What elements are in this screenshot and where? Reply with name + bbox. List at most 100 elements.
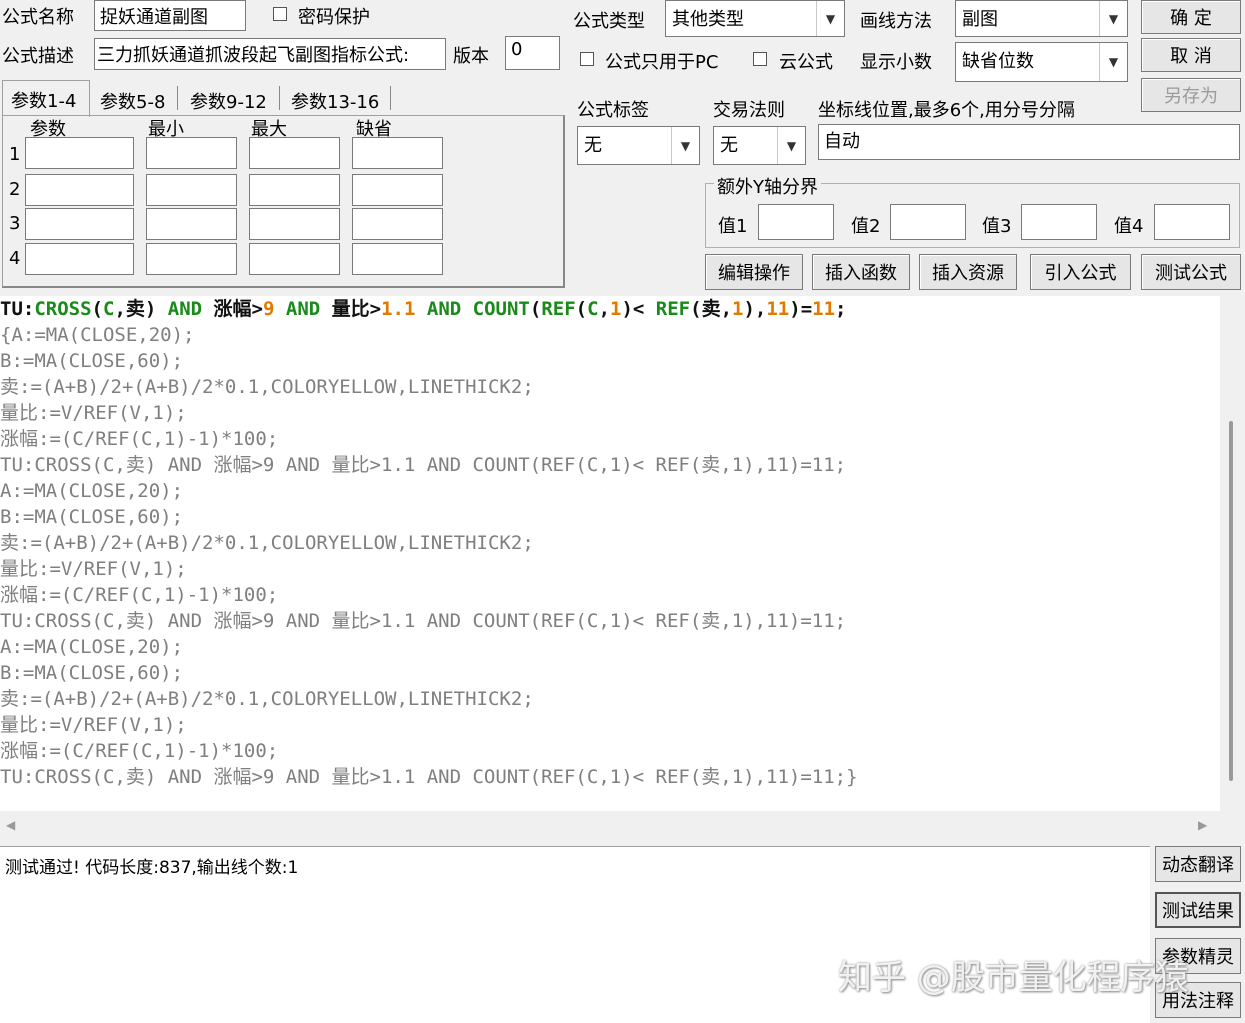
param-name-input[interactable] <box>25 174 134 206</box>
arrow-left-icon[interactable]: ◀ <box>6 818 15 832</box>
arrow-right-icon[interactable]: ▶ <box>1198 818 1207 832</box>
decimal-select[interactable]: 缺省位数 ▼ <box>955 42 1128 82</box>
insert-function-button[interactable]: 插入函数 <box>812 254 910 290</box>
cloud-label: 云公式 <box>779 52 833 73</box>
password-label: 密码保护 <box>298 7 370 28</box>
param-max-input[interactable] <box>249 243 340 275</box>
password-checkbox[interactable] <box>273 7 287 21</box>
import-formula-button[interactable]: 引入公式 <box>1030 254 1131 290</box>
cloud-checkbox[interactable] <box>753 52 767 66</box>
param-row-number: 3 <box>9 213 21 234</box>
formula-tag-label: 公式标签 <box>577 100 649 121</box>
code-line-highlighted: TU:CROSS(C,卖) AND 涨幅>9 AND 量比>1.1 AND CO… <box>0 298 847 320</box>
param-min-input[interactable] <box>146 174 237 206</box>
param-max-input[interactable] <box>249 174 340 206</box>
version-label: 版本 <box>453 46 489 67</box>
code-line: 量比:=V/REF(V,1); <box>0 558 187 580</box>
code-editor[interactable]: TU:CROSS(C,卖) AND 涨幅>9 AND 量比>1.1 AND CO… <box>0 296 1220 811</box>
value-2-input[interactable] <box>890 204 966 240</box>
code-line: A:=MA(CLOSE,20); <box>0 480 184 502</box>
watermark: 知乎 @股市量化程序猿 <box>838 958 1189 998</box>
insert-resource-button[interactable]: 插入资源 <box>919 254 1017 290</box>
chevron-down-icon[interactable]: ▼ <box>1099 43 1127 81</box>
formula-tag-value: 无 <box>584 135 602 156</box>
chevron-down-icon[interactable]: ▼ <box>777 127 805 164</box>
param-default-input[interactable] <box>352 137 443 169</box>
value-3-input[interactable] <box>1021 204 1097 240</box>
param-row-number: 2 <box>9 179 21 200</box>
version-input[interactable]: 0 <box>505 36 560 70</box>
draw-method-select[interactable]: 副图 ▼ <box>955 0 1128 37</box>
param-max-input[interactable] <box>249 137 340 169</box>
param-min-input[interactable] <box>146 137 237 169</box>
trade-rule-label: 交易法则 <box>713 100 785 121</box>
value-1-input[interactable] <box>758 204 834 240</box>
pc-only-checkbox[interactable] <box>580 52 594 66</box>
code-line: {A:=MA(CLOSE,20); <box>0 324 195 346</box>
value-1-label: 值1 <box>718 216 748 237</box>
param-min-input[interactable] <box>146 208 237 240</box>
result-text: 测试通过! 代码长度:837,输出线个数:1 <box>5 858 299 878</box>
test-formula-button[interactable]: 测试公式 <box>1141 254 1241 290</box>
chevron-down-icon[interactable]: ▼ <box>816 1 844 36</box>
code-line: B:=MA(CLOSE,60); <box>0 662 184 684</box>
param-default-input[interactable] <box>352 243 443 275</box>
pc-only-label: 公式只用于PC <box>605 52 719 73</box>
code-line: 量比:=V/REF(V,1); <box>0 714 187 736</box>
vertical-scroll-thumb[interactable] <box>1229 421 1233 781</box>
test-result-button[interactable]: 测试结果 <box>1155 892 1241 928</box>
formula-type-select[interactable]: 其他类型 ▼ <box>665 0 845 37</box>
trade-rule-value: 无 <box>720 135 738 156</box>
decimal-value: 缺省位数 <box>962 51 1034 72</box>
code-line: B:=MA(CLOSE,60); <box>0 350 184 372</box>
code-line: TU:CROSS(C,卖) AND 涨幅>9 AND 量比>1.1 AND CO… <box>0 454 847 476</box>
param-default-input[interactable] <box>352 174 443 206</box>
decimal-label: 显示小数 <box>860 52 932 73</box>
chevron-down-icon[interactable]: ▼ <box>1099 1 1127 36</box>
code-line: 卖:=(A+B)/2+(A+B)/2*0.1,COLORYELLOW,LINET… <box>0 376 534 398</box>
draw-method-value: 副图 <box>962 9 998 30</box>
save-as-button[interactable]: 另存为 <box>1141 78 1241 112</box>
formula-name-input[interactable]: 捉妖通道副图 <box>94 0 246 31</box>
tab-divider <box>390 86 391 110</box>
param-default-input[interactable] <box>352 208 443 240</box>
y-boundary-label: 额外Y轴分界 <box>714 173 821 199</box>
tab-params-13-16[interactable]: 参数13-16 <box>291 88 379 114</box>
tab-params-1-4[interactable]: 参数1-4 <box>2 80 90 117</box>
chevron-down-icon[interactable]: ▼ <box>671 127 699 164</box>
param-row-number: 1 <box>9 144 21 165</box>
tab-divider <box>279 86 280 110</box>
axis-position-input[interactable]: 自动 <box>818 124 1240 160</box>
value-4-input[interactable] <box>1154 204 1230 240</box>
tab-params-5-8[interactable]: 参数5-8 <box>100 88 165 114</box>
ok-button[interactable]: 确 定 <box>1141 0 1241 34</box>
value-3-label: 值3 <box>982 216 1012 237</box>
code-line: 量比:=V/REF(V,1); <box>0 402 187 424</box>
code-line: B:=MA(CLOSE,60); <box>0 506 184 528</box>
edit-operation-button[interactable]: 编辑操作 <box>705 254 803 290</box>
horizontal-scrollbar[interactable]: ◀ ▶ <box>0 811 1220 841</box>
vertical-scrollbar[interactable] <box>1220 296 1245 811</box>
draw-method-label: 画线方法 <box>860 11 932 32</box>
tab-divider <box>177 86 178 110</box>
code-line: 涨幅:=(C/REF(C,1)-1)*100; <box>0 584 279 606</box>
dynamic-translate-button[interactable]: 动态翻译 <box>1155 846 1241 882</box>
code-line: 涨幅:=(C/REF(C,1)-1)*100; <box>0 428 279 450</box>
param-name-input[interactable] <box>25 208 134 240</box>
trade-rule-select[interactable]: 无 ▼ <box>713 126 806 165</box>
formula-tag-select[interactable]: 无 ▼ <box>577 126 700 165</box>
param-name-input[interactable] <box>25 137 134 169</box>
code-line: TU:CROSS(C,卖) AND 涨幅>9 AND 量比>1.1 AND CO… <box>0 766 858 788</box>
formula-type-value: 其他类型 <box>672 9 744 30</box>
param-max-input[interactable] <box>249 208 340 240</box>
axis-position-label: 坐标线位置,最多6个,用分号分隔 <box>818 100 1075 121</box>
param-min-input[interactable] <box>146 243 237 275</box>
cancel-button[interactable]: 取 消 <box>1141 38 1241 72</box>
formula-name-label: 公式名称 <box>2 7 74 28</box>
code-line: TU:CROSS(C,卖) AND 涨幅>9 AND 量比>1.1 AND CO… <box>0 610 847 632</box>
tab-params-9-12[interactable]: 参数9-12 <box>190 88 267 114</box>
value-4-label: 值4 <box>1114 216 1144 237</box>
formula-type-label: 公式类型 <box>573 11 645 32</box>
formula-desc-input[interactable]: 三力抓妖通道抓波段起飞副图指标公式: <box>94 38 446 70</box>
param-name-input[interactable] <box>25 243 134 275</box>
